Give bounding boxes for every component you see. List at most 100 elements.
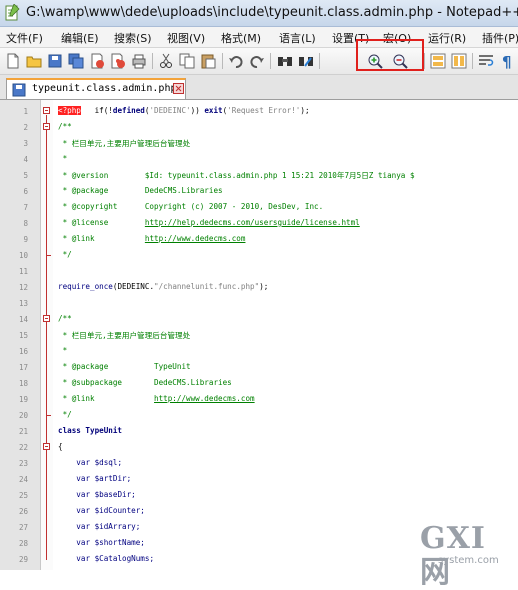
sync-horizontal-icon[interactable] — [450, 52, 468, 70]
code-token: $idCounter; — [90, 506, 145, 515]
redo-icon[interactable] — [248, 52, 266, 70]
code-line-1: <?php if(!defined('DEDEINC')) exit('Requ… — [58, 106, 310, 115]
website-link[interactable]: http://www.dedecms.com — [154, 394, 255, 403]
open-file-icon[interactable] — [25, 52, 43, 70]
line-number: 13 — [18, 299, 28, 308]
menu-plugins[interactable]: 插件(P) — [482, 30, 518, 46]
window-title: G:\wamp\www\dede\uploads\include\typeuni… — [26, 5, 518, 20]
toolbar-separator — [222, 53, 223, 69]
fold-toggle[interactable] — [43, 443, 50, 450]
code-token: * @license — [58, 218, 145, 227]
code-line-29: var $CatalogNums; — [58, 554, 154, 563]
code-line-27: var $idArrary; — [58, 522, 140, 531]
close-icon[interactable] — [88, 52, 106, 70]
code-token: if(! — [80, 106, 113, 115]
code-token: $shortName; — [90, 538, 145, 547]
menu-search[interactable]: 搜索(S) — [114, 30, 152, 46]
fold-end — [46, 255, 51, 256]
code-token: (DEDEINC. — [112, 282, 155, 291]
svg-text:¶: ¶ — [502, 53, 512, 70]
title-bar: G:\wamp\www\dede\uploads\include\typeuni… — [0, 0, 518, 27]
code-line-9: * @link http://www.dedecms.com — [58, 234, 246, 243]
line-number: 16 — [18, 347, 28, 356]
replace-icon[interactable] — [297, 52, 315, 70]
code-line-3: * 栏目单元,主要用户管理后台管理处 — [58, 139, 191, 148]
line-number: 17 — [18, 363, 28, 372]
code-line-2: /** — [58, 122, 72, 131]
menu-file[interactable]: 文件(F) — [6, 30, 43, 46]
site-watermark: GXI网 system.com — [418, 522, 516, 590]
code-line-12: require_once(DEDEINC."/channelunit.func.… — [58, 282, 268, 291]
line-number: 6 — [23, 187, 28, 196]
code-token: )) — [190, 106, 205, 115]
website-link[interactable]: http://www.dedecms.com — [145, 234, 246, 243]
code-token: $idArrary; — [90, 522, 141, 531]
close-all-icon[interactable] — [109, 52, 127, 70]
toolbar: ¶ — [0, 48, 518, 75]
code-line-5: * @version $Id: typeunit.class.admin.php… — [58, 171, 415, 180]
tab-typeunit-class-admin[interactable]: typeunit.class.admin.php — [6, 78, 186, 99]
tab-label: typeunit.class.admin.php — [32, 83, 177, 94]
line-number: 10 — [18, 251, 28, 260]
undo-icon[interactable] — [227, 52, 245, 70]
line-number: 4 — [23, 155, 28, 164]
line-number: 11 — [18, 267, 28, 276]
code-token: TypeUnit — [80, 426, 123, 435]
line-number: 18 — [18, 379, 28, 388]
code-line-14: /** — [58, 314, 72, 323]
code-token: ); — [300, 106, 310, 115]
license-link[interactable]: http://help.dedecms.com/usersguide/licen… — [145, 218, 360, 227]
menu-view[interactable]: 视图(V) — [167, 30, 205, 46]
menu-edit[interactable]: 编辑(E) — [61, 30, 99, 46]
fold-line — [46, 115, 47, 560]
code-token: var — [76, 490, 91, 499]
code-token: "/channelunit.func.php" — [154, 282, 260, 291]
line-number: 14 — [18, 315, 28, 324]
line-number: 12 — [18, 283, 28, 292]
toolbar-separator — [152, 53, 153, 69]
fold-toggle[interactable] — [43, 315, 50, 322]
toolbar-separator — [319, 53, 320, 69]
menu-language[interactable]: 语言(L) — [279, 30, 316, 46]
code-line-26: var $idCounter; — [58, 506, 145, 515]
notepad-plus-plus-icon — [5, 4, 20, 21]
toolbar-separator — [472, 53, 473, 69]
line-number: 24 — [18, 475, 28, 484]
code-line-7: * @copyright Copyright (c) 2007 - 2010, … — [58, 202, 324, 211]
code-line-21: class TypeUnit — [58, 426, 122, 435]
code-line-28: var $shortName; — [58, 538, 145, 547]
print-icon[interactable] — [130, 52, 148, 70]
new-file-icon[interactable] — [4, 52, 22, 70]
line-number: 3 — [23, 139, 28, 148]
line-number: 2 — [23, 123, 28, 132]
fold-toggle[interactable] — [43, 123, 50, 130]
menu-format[interactable]: 格式(M) — [221, 30, 261, 46]
sync-vertical-icon[interactable] — [429, 52, 447, 70]
save-all-icon[interactable] — [67, 52, 85, 70]
paste-icon[interactable] — [199, 52, 217, 70]
code-editor[interactable]: 1 2 3 4 5 6 7 8 9 10 11 12 13 14 15 16 1… — [0, 100, 518, 570]
toolbar-separator — [270, 53, 271, 69]
show-all-chars-icon[interactable]: ¶ — [498, 52, 516, 70]
close-tab-icon[interactable] — [173, 83, 184, 94]
fold-toggle[interactable] — [43, 107, 50, 114]
save-icon[interactable] — [46, 52, 64, 70]
line-number: 1 — [23, 107, 28, 116]
copy-icon[interactable] — [178, 52, 196, 70]
cut-icon[interactable] — [157, 52, 175, 70]
code-line-10: */ — [58, 250, 72, 259]
code-token: * @link — [58, 394, 155, 403]
code-line-19: * @link http://www.dedecms.com — [58, 394, 255, 403]
highlight-annotation — [356, 39, 424, 71]
code-token: $baseDir; — [90, 490, 136, 499]
line-number: 27 — [18, 523, 28, 532]
menu-run[interactable]: 运行(R) — [428, 30, 466, 46]
find-icon[interactable] — [276, 52, 294, 70]
code-token: 'DEDEINC' — [149, 106, 191, 115]
word-wrap-icon[interactable] — [477, 52, 495, 70]
code-token: var — [76, 538, 91, 547]
line-number: 26 — [18, 507, 28, 516]
line-number: 8 — [23, 219, 28, 228]
line-number: 15 — [18, 331, 28, 340]
line-number: 23 — [18, 459, 28, 468]
